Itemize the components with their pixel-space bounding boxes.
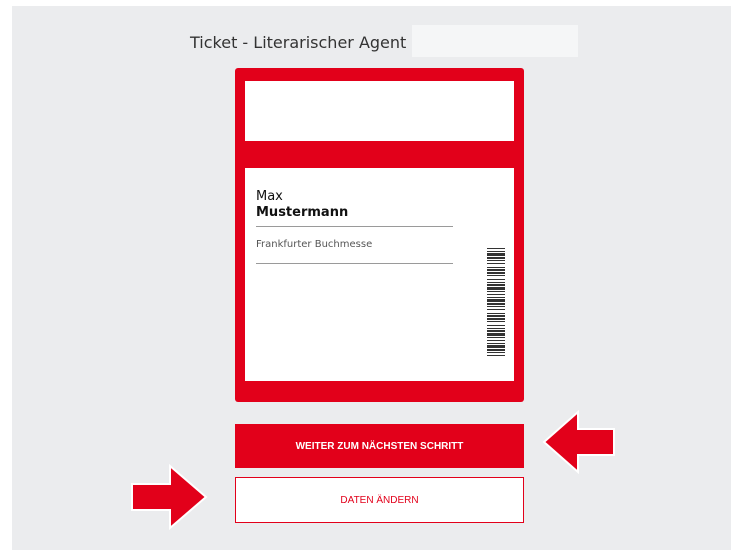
title-extra-field [412, 25, 578, 57]
barcode-icon [487, 248, 505, 356]
ticket-divider [256, 226, 453, 227]
edit-data-button[interactable]: DATEN ÄNDERN [235, 477, 524, 523]
title-row: Ticket - Literarischer Agent [190, 30, 406, 54]
ticket-divider [256, 263, 453, 264]
ticket-card: Max Mustermann Frankfurter Buchmesse [235, 68, 524, 402]
red-arrow-left-icon [542, 410, 615, 474]
ticket-event: Frankfurter Buchmesse [256, 239, 373, 250]
red-arrow-right-icon [131, 464, 208, 530]
ticket-first-name: Max [256, 189, 283, 204]
ticket-body: Max Mustermann Frankfurter Buchmesse [245, 168, 514, 381]
next-step-button[interactable]: WEITER ZUM NÄCHSTEN SCHRITT [235, 424, 524, 468]
page-title: Ticket - Literarischer Agent [190, 32, 407, 52]
ticket-header-area [245, 81, 514, 141]
ticket-last-name: Mustermann [256, 205, 349, 220]
